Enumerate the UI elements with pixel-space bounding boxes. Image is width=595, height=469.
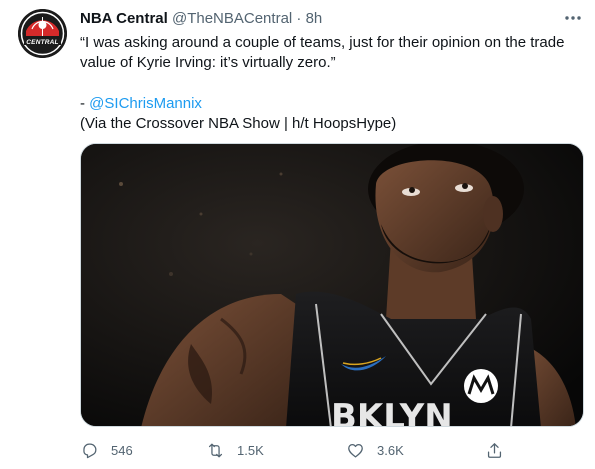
- avatar[interactable]: CENTRAL: [18, 9, 67, 58]
- separator-dot: ·: [296, 10, 302, 27]
- like-button[interactable]: 3.6K: [346, 440, 404, 460]
- more-dots-icon: [565, 16, 581, 20]
- mention-link[interactable]: @SIChrisMannix: [89, 95, 202, 112]
- tweet-photo[interactable]: BKLYN: [80, 143, 584, 427]
- retweet-count: 1.5K: [237, 442, 264, 458]
- tweet[interactable]: CENTRAL NBA Central @TheNBACentral · 8h …: [0, 0, 595, 469]
- reply-button[interactable]: 546: [80, 440, 133, 460]
- retweet-button[interactable]: 1.5K: [206, 440, 264, 460]
- like-count: 3.6K: [377, 442, 404, 458]
- tweet-actions: 546 1.5K 3.6K: [0, 440, 595, 460]
- tweet-credit: - @SIChrisMannix: [80, 94, 580, 114]
- retweet-icon: [208, 443, 223, 457]
- share-button[interactable]: [485, 440, 504, 460]
- share-icon: [487, 442, 502, 458]
- tweet-via: (Via the Crossover NBA Show | h/t HoopsH…: [80, 115, 397, 132]
- tweet-quote: “I was asking around a couple of teams, …: [80, 34, 565, 71]
- avatar-logo-text: CENTRAL: [26, 39, 59, 46]
- more-button[interactable]: [560, 8, 586, 28]
- heart-icon: [348, 443, 363, 457]
- player-photo-image: BKLYN: [81, 144, 583, 427]
- tweet-text: “I was asking around a couple of teams, …: [80, 33, 580, 134]
- author-name[interactable]: NBA Central: [80, 10, 168, 27]
- reply-icon: [83, 443, 97, 458]
- reply-count: 546: [111, 442, 133, 458]
- tweet-timestamp[interactable]: 8h: [306, 10, 323, 27]
- basketball-logo-icon: [18, 9, 67, 58]
- tweet-header: NBA Central @TheNBACentral · 8h: [80, 9, 322, 29]
- author-handle[interactable]: @TheNBACentral: [172, 10, 292, 27]
- credit-prefix: -: [80, 95, 90, 112]
- jersey-text: BKLYN: [331, 397, 453, 427]
